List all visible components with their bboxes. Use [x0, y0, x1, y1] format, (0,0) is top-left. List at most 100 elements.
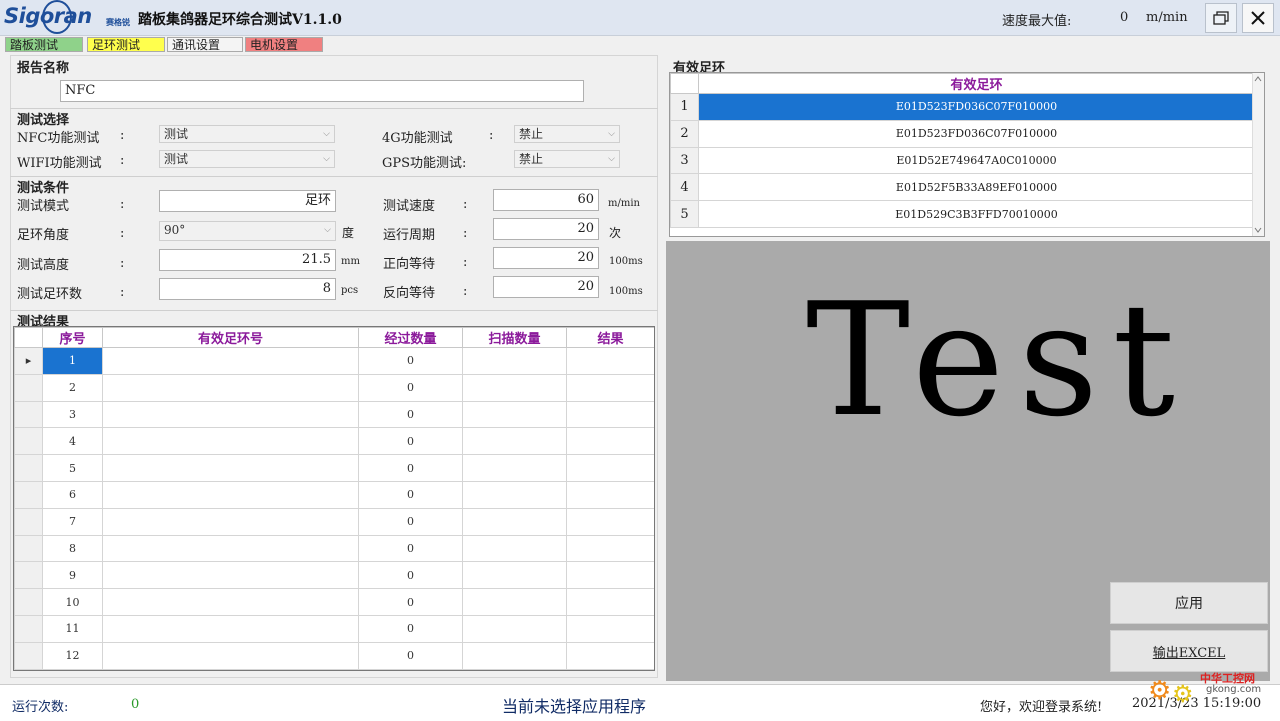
seq-cell[interactable]: 4	[42, 427, 103, 456]
ring-cell[interactable]	[102, 614, 359, 643]
tab-ring-test[interactable]: 足环测试	[87, 37, 165, 52]
restore-button[interactable]	[1205, 3, 1237, 33]
seq-cell[interactable]: 5	[42, 454, 103, 482]
passed-cell[interactable]: 0	[358, 400, 463, 429]
ring-cell[interactable]	[102, 534, 359, 563]
scanned-cell[interactable]	[462, 614, 567, 643]
seq-cell[interactable]: 3	[42, 400, 103, 429]
ring-cell[interactable]	[102, 588, 359, 616]
ring-count-input[interactable]: 8	[159, 278, 336, 300]
table-row[interactable]: 40	[14, 427, 654, 456]
ring-cell[interactable]	[102, 480, 359, 509]
ring-cell[interactable]	[102, 454, 359, 482]
ring-cell[interactable]	[102, 347, 359, 375]
table-row[interactable]: ▸ 1 0	[14, 347, 654, 375]
scanned-cell[interactable]	[462, 641, 567, 670]
passed-cell[interactable]: 0	[358, 373, 463, 402]
close-button[interactable]	[1242, 3, 1274, 33]
ring-cell[interactable]	[102, 427, 359, 456]
run-cycle-input[interactable]: 20	[493, 218, 599, 240]
column-header-result[interactable]: 结果	[566, 327, 654, 348]
passed-cell[interactable]: 0	[358, 427, 463, 456]
result-cell[interactable]	[566, 561, 654, 590]
row-header-cell[interactable]	[14, 614, 43, 643]
wifi-test-select[interactable]: 测试 ⌵	[159, 150, 335, 168]
list-item[interactable]: 4 E01D52F5B33A89EF010000	[670, 173, 1255, 202]
seq-cell[interactable]: 10	[42, 588, 103, 616]
scanned-cell[interactable]	[462, 480, 567, 509]
row-header-cell[interactable]	[14, 534, 43, 563]
row-header-cell[interactable]	[14, 507, 43, 536]
ring-value-cell[interactable]: E01D529C3B3FFD70010000	[698, 200, 1255, 228]
ring-cell[interactable]	[102, 641, 359, 670]
apply-button[interactable]: 应用	[1110, 582, 1268, 624]
column-header-scanned[interactable]: 扫描数量	[462, 327, 567, 348]
result-cell[interactable]	[566, 347, 654, 375]
scanned-cell[interactable]	[462, 507, 567, 536]
result-cell[interactable]	[566, 641, 654, 670]
seq-cell[interactable]: 6	[42, 480, 103, 509]
passed-cell[interactable]: 0	[358, 507, 463, 536]
nfc-test-select[interactable]: 测试 ⌵	[159, 125, 335, 143]
test-height-input[interactable]: 21.5	[159, 249, 336, 271]
ring-cell[interactable]	[102, 373, 359, 402]
table-row[interactable]: 50	[14, 454, 654, 482]
4g-test-select[interactable]: 禁止 ⌵	[514, 125, 620, 143]
row-header-cell[interactable]	[14, 480, 43, 509]
result-cell[interactable]	[566, 400, 654, 429]
result-cell[interactable]	[566, 614, 654, 643]
table-row[interactable]: 10 0	[14, 588, 654, 616]
ring-cell[interactable]	[102, 507, 359, 536]
row-header-cell[interactable]: ▸	[14, 347, 43, 375]
scanned-cell[interactable]	[462, 454, 567, 482]
table-row[interactable]: 70	[14, 507, 654, 536]
seq-cell[interactable]: 8	[42, 534, 103, 563]
passed-cell[interactable]: 0	[358, 454, 463, 482]
list-item[interactable]: 5 E01D529C3B3FFD70010000	[670, 200, 1255, 228]
tab-motor-settings[interactable]: 电机设置	[245, 37, 323, 52]
gps-test-select[interactable]: 禁止 ⌵	[514, 150, 620, 168]
column-header-valid-ring[interactable]: 有效足环	[698, 73, 1255, 94]
valid-rings-scrollbar[interactable]	[1252, 73, 1264, 236]
row-header-cell[interactable]	[14, 588, 43, 616]
row-header-cell[interactable]	[14, 427, 43, 456]
passed-cell[interactable]: 0	[358, 480, 463, 509]
forward-wait-input[interactable]: 20	[493, 247, 599, 269]
column-header-passed[interactable]: 经过数量	[358, 327, 463, 348]
column-header-ring[interactable]: 有效足环号	[102, 327, 359, 348]
list-item[interactable]: 3 E01D52E749647A0C010000	[670, 146, 1255, 175]
ring-value-cell[interactable]: E01D52F5B33A89EF010000	[698, 173, 1255, 202]
seq-cell[interactable]: 2	[42, 373, 103, 402]
reverse-wait-input[interactable]: 20	[493, 276, 599, 298]
scanned-cell[interactable]	[462, 588, 567, 616]
scanned-cell[interactable]	[462, 427, 567, 456]
passed-cell[interactable]: 0	[358, 561, 463, 590]
seq-cell[interactable]: 9	[42, 561, 103, 590]
result-cell[interactable]	[566, 427, 654, 456]
tab-pedal-test[interactable]: 踏板测试	[5, 37, 83, 52]
scanned-cell[interactable]	[462, 373, 567, 402]
column-header-seq[interactable]: 序号	[42, 327, 103, 348]
seq-cell[interactable]: 12	[42, 641, 103, 670]
row-header-cell[interactable]	[14, 641, 43, 670]
table-row[interactable]: 80	[14, 534, 654, 563]
result-cell[interactable]	[566, 534, 654, 563]
table-row[interactable]: 20	[14, 373, 654, 402]
table-row[interactable]: 11 0	[14, 614, 654, 643]
table-row[interactable]: 30	[14, 400, 654, 429]
scanned-cell[interactable]	[462, 534, 567, 563]
passed-cell[interactable]: 0	[358, 588, 463, 616]
list-item[interactable]: 2 E01D523FD036C07F010000	[670, 119, 1255, 148]
ring-value-cell[interactable]: E01D523FD036C07F010000	[698, 93, 1255, 121]
result-cell[interactable]	[566, 588, 654, 616]
passed-cell[interactable]: 0	[358, 347, 463, 375]
ring-value-cell[interactable]: E01D523FD036C07F010000	[698, 119, 1255, 148]
ring-value-cell[interactable]: E01D52E749647A0C010000	[698, 146, 1255, 175]
passed-cell[interactable]: 0	[358, 614, 463, 643]
scanned-cell[interactable]	[462, 400, 567, 429]
seq-cell[interactable]: 11	[42, 614, 103, 643]
result-cell[interactable]	[566, 507, 654, 536]
result-cell[interactable]	[566, 480, 654, 509]
row-header-cell[interactable]	[14, 373, 43, 402]
report-name-input[interactable]: NFC	[60, 80, 584, 102]
